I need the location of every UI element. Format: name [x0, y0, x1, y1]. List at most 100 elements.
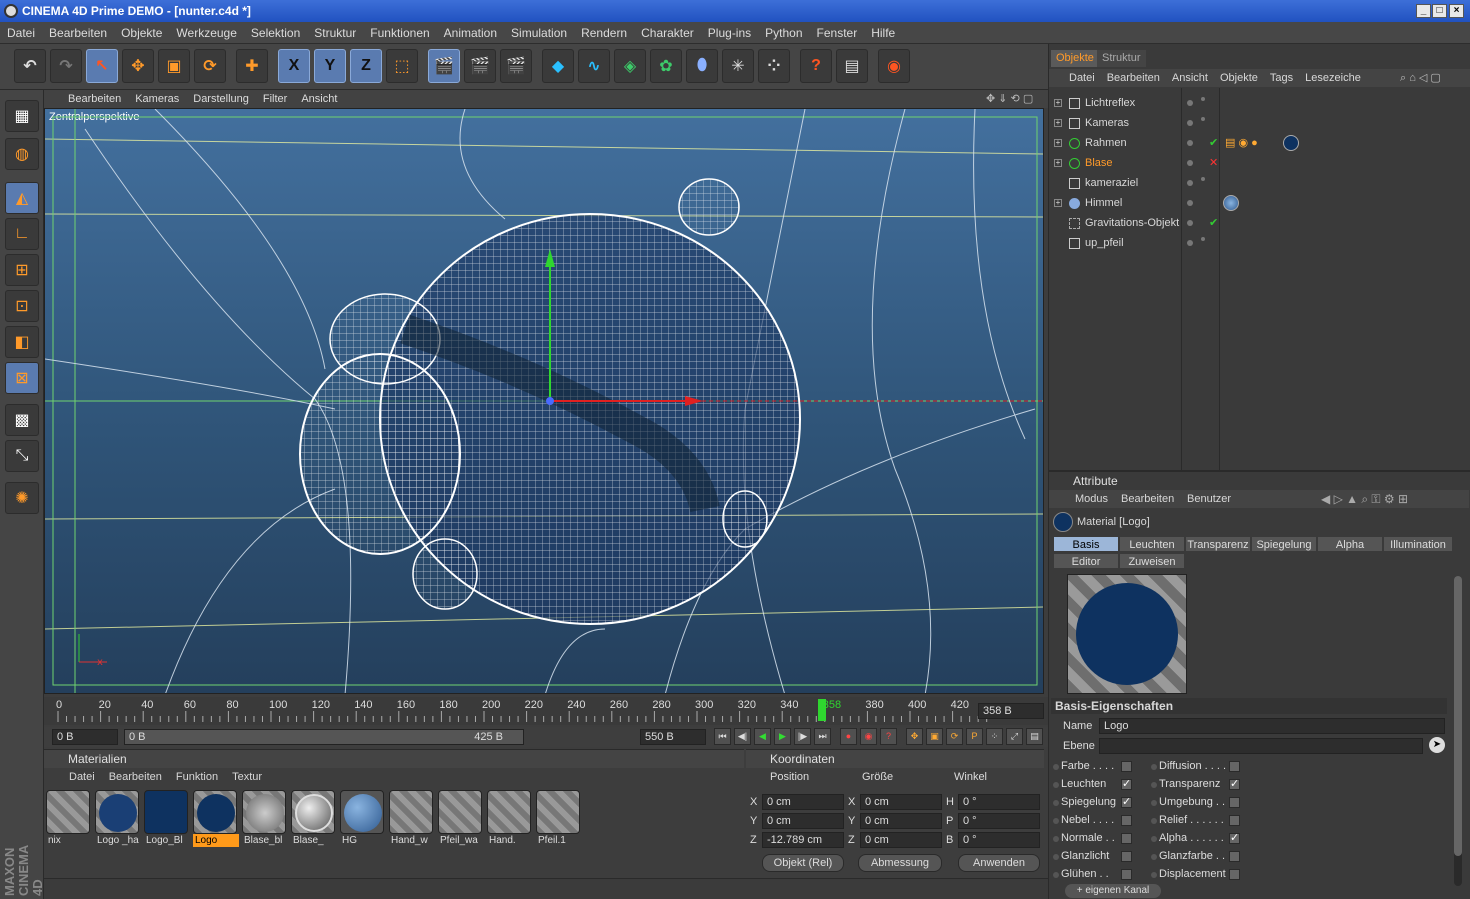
axis-mode-icon[interactable]: ∟ — [5, 218, 39, 250]
viewport-menu-filter[interactable]: Filter — [256, 90, 294, 108]
material-preview[interactable] — [1067, 574, 1187, 694]
texture-mode-icon[interactable]: ⊞ — [5, 254, 39, 286]
size-mode-dropdown[interactable]: Abmessung — [858, 854, 942, 872]
menu-funktionen[interactable]: Funktionen — [363, 22, 436, 44]
size-y-field[interactable]: 0 cm — [860, 813, 942, 829]
pos-x-field[interactable]: 0 cm — [762, 794, 844, 810]
menu-selektion[interactable]: Selektion — [244, 22, 307, 44]
menu-fenster[interactable]: Fenster — [810, 22, 865, 44]
objects-menu-datei[interactable]: Datei — [1049, 69, 1101, 87]
menu-plugins[interactable]: Plug-ins — [701, 22, 758, 44]
model-mode-icon[interactable]: ◍ — [5, 138, 39, 170]
add-channel-button[interactable]: + eigenen Kanal — [1065, 884, 1161, 898]
attr-menu-bearbeiten[interactable]: Bearbeiten — [1121, 490, 1174, 508]
layout-switch-icon[interactable]: ▦ — [5, 100, 39, 132]
property-checkbox[interactable]: ✓ — [1121, 797, 1132, 808]
cube-primitive-icon[interactable]: ◆ — [542, 49, 574, 83]
viewport-menu-ansicht[interactable]: Ansicht — [294, 90, 344, 108]
sky-material-tag-icon[interactable] — [1223, 195, 1239, 211]
disabled-x-icon[interactable]: ✕ — [1209, 153, 1218, 173]
start-frame-field[interactable]: 0 B — [52, 729, 118, 745]
snap-icon[interactable]: ⤡ — [5, 440, 39, 472]
sculpt-icon[interactable]: ✺ — [5, 482, 39, 514]
attribute-scrollbar[interactable] — [1454, 576, 1462, 886]
go-to-end-icon[interactable]: ⏭ — [814, 728, 831, 745]
objects-menu-ansicht[interactable]: Ansicht — [1166, 69, 1214, 87]
close-button[interactable]: × — [1449, 4, 1464, 18]
material-item-selected[interactable]: Logo — [193, 790, 239, 848]
layer-picker-icon[interactable]: ➤ — [1429, 737, 1445, 753]
tab-transparenz[interactable]: Transparenz — [1185, 536, 1251, 552]
material-item[interactable]: HG — [340, 790, 386, 848]
move-tool-icon[interactable]: ✥ — [122, 49, 154, 83]
next-key-icon[interactable]: |▶ — [794, 728, 811, 745]
undo-icon[interactable]: ↶ — [14, 49, 46, 83]
attr-menu-benutzer[interactable]: Benutzer — [1187, 490, 1231, 508]
material-item[interactable]: nix — [46, 790, 92, 848]
key-scale-icon[interactable]: ▣ — [926, 728, 943, 745]
material-item[interactable]: Blase_ — [291, 790, 337, 848]
key-parameter-icon[interactable]: P — [966, 728, 983, 745]
scale-tool-icon[interactable]: ▣ — [158, 49, 190, 83]
materials-menu-funktion[interactable]: Funktion — [169, 768, 225, 786]
interpolation-icon[interactable]: ⤢ — [1006, 728, 1023, 745]
object-mode-icon[interactable]: ◭ — [5, 182, 39, 214]
render-settings-icon[interactable]: 🎬 — [500, 49, 532, 83]
menu-animation[interactable]: Animation — [437, 22, 504, 44]
tab-zuweisen[interactable]: Zuweisen — [1119, 553, 1185, 569]
frame-range-slider[interactable]: 0 B 425 B — [124, 729, 524, 745]
key-pla-icon[interactable]: ⁘ — [986, 728, 1003, 745]
material-item[interactable]: Hand. — [487, 790, 533, 848]
minimize-button[interactable]: _ — [1416, 4, 1431, 18]
property-checkbox[interactable] — [1121, 869, 1132, 880]
viewport-menu-bearbeiten[interactable]: Bearbeiten — [44, 90, 128, 108]
attr-menu-modus[interactable]: Modus — [1075, 490, 1108, 508]
material-item[interactable]: Logo _ha — [95, 790, 141, 848]
timeline-menu-icon[interactable]: ▤ — [1026, 728, 1043, 745]
rotate-tool-icon[interactable]: ⟳ — [194, 49, 226, 83]
layer-field[interactable] — [1099, 738, 1423, 754]
menu-struktur[interactable]: Struktur — [307, 22, 363, 44]
property-checkbox[interactable] — [1121, 851, 1132, 862]
enabled-check-icon[interactable]: ✔ — [1209, 133, 1218, 153]
menu-objekte[interactable]: Objekte — [114, 22, 169, 44]
spline-pen-icon[interactable]: ∿ — [578, 49, 610, 83]
property-checkbox[interactable] — [1229, 815, 1240, 826]
objects-menu-bearbeiten[interactable]: Bearbeiten — [1101, 69, 1166, 87]
checker-icon[interactable]: ▩ — [5, 404, 39, 436]
deformer-icon[interactable]: ⬮ — [686, 49, 718, 83]
size-z-field[interactable]: 0 cm — [860, 832, 942, 848]
property-checkbox[interactable] — [1121, 761, 1132, 772]
property-checkbox[interactable] — [1121, 833, 1132, 844]
material-item[interactable]: Pfeil.1 — [536, 790, 582, 848]
object-row-gravitations-objekt[interactable]: Gravitations-Objekt ✔ — [1049, 213, 1469, 233]
object-row-lichtreflex[interactable]: + Lichtreflex — [1049, 93, 1469, 113]
keyframe-selection-icon[interactable]: ? — [880, 728, 897, 745]
viewport-menu-darstellung[interactable]: Darstellung — [186, 90, 256, 108]
scene-environment-icon[interactable]: ✳ — [722, 49, 754, 83]
menu-charakter[interactable]: Charakter — [634, 22, 701, 44]
record-icon[interactable]: ● — [840, 728, 857, 745]
materials-menu-bearbeiten[interactable]: Bearbeiten — [102, 768, 169, 786]
material-item[interactable]: Blase_bl — [242, 790, 288, 848]
maximize-button[interactable]: □ — [1432, 4, 1447, 18]
render-view-icon[interactable]: 🎬 — [428, 49, 460, 83]
pos-y-field[interactable]: 0 cm — [762, 813, 844, 829]
tag-icons[interactable]: ▤ ◉ ● — [1225, 133, 1258, 153]
object-row-himmel[interactable]: + Himmel — [1049, 193, 1469, 213]
tab-editor[interactable]: Editor — [1053, 553, 1119, 569]
object-row-kameraziel[interactable]: kameraziel — [1049, 173, 1469, 193]
material-item[interactable]: Hand_w — [389, 790, 435, 848]
coordinate-system-icon[interactable]: ⬚ — [386, 49, 418, 83]
key-position-icon[interactable]: ✥ — [906, 728, 923, 745]
live-selection-icon[interactable]: ↖ — [86, 49, 118, 83]
objects-menu-tags[interactable]: Tags — [1264, 69, 1299, 87]
subdivision-surface-icon[interactable]: ◈ — [614, 49, 646, 83]
polygon-mode-icon[interactable]: ⊠ — [5, 362, 39, 394]
attr-nav-icons[interactable]: ◀ ▷ ▲ ⌕ ⚿ ⚙ ⊞ — [1321, 490, 1408, 508]
material-item[interactable]: Logo_Bl — [144, 790, 190, 848]
search-icon[interactable]: ⌕ ⌂ ◁ ▢ — [1394, 69, 1447, 87]
key-rotation-icon[interactable]: ⟳ — [946, 728, 963, 745]
tab-illumination[interactable]: Illumination — [1383, 536, 1453, 552]
tab-alpha[interactable]: Alpha — [1317, 536, 1383, 552]
